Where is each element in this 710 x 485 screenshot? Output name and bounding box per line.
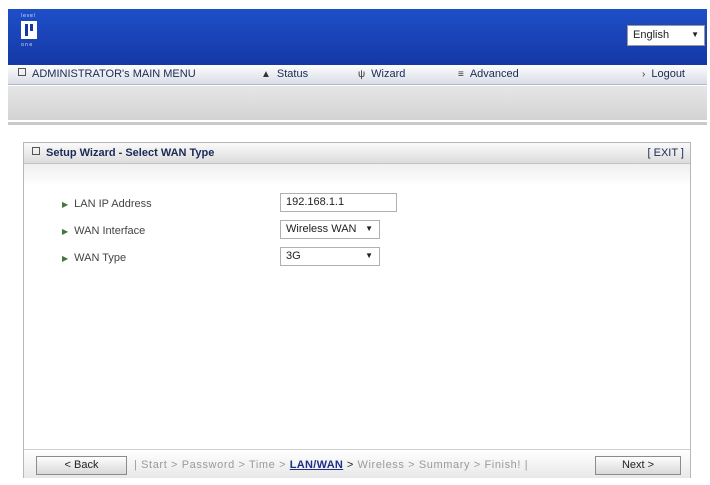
lan-ip-label-text: LAN IP Address xyxy=(74,198,152,210)
steps-close-bracket: | xyxy=(524,459,529,471)
step-time: Time xyxy=(248,459,276,471)
menu-status[interactable]: ▲ Status xyxy=(261,68,308,80)
wizard-nav-bar: < Back | Start > Password > Time > LAN/W… xyxy=(24,449,690,478)
admin-main-menu[interactable]: ADMINISTRATOR's MAIN MENU xyxy=(18,68,196,80)
lan-ip-input[interactable]: 192.168.1.1 xyxy=(280,193,397,212)
lan-ip-label: ▶ LAN IP Address xyxy=(62,198,152,210)
chevron-down-icon: ▼ xyxy=(691,30,699,39)
menu-logout-label: Logout xyxy=(651,68,685,80)
step-password: Password xyxy=(181,459,235,471)
language-value: English xyxy=(633,29,670,41)
panel-title: Setup Wizard - Select WAN Type xyxy=(32,147,214,159)
panel-title-text: Setup Wizard - Select WAN Type xyxy=(46,147,215,159)
back-button[interactable]: < Back xyxy=(36,456,127,475)
wan-type-value: 3G xyxy=(286,250,301,262)
step-separator: > xyxy=(238,459,246,471)
bullet-arrow-icon: ▶ xyxy=(62,200,69,209)
divider xyxy=(8,122,707,125)
step-separator: > xyxy=(473,459,481,471)
advanced-icon: ≡ xyxy=(458,69,464,80)
square-icon xyxy=(32,147,40,155)
language-select[interactable]: English ▼ xyxy=(627,25,705,46)
status-icon: ▲ xyxy=(261,69,271,80)
panel-band xyxy=(24,164,690,186)
step-summary: Summary xyxy=(418,459,471,471)
levelone-logo: level one xyxy=(21,13,37,53)
header-bar: level one xyxy=(8,9,707,65)
menu-advanced-label: Advanced xyxy=(469,68,519,80)
menu-wizard-label: Wizard xyxy=(371,68,406,80)
step-wireless: Wireless xyxy=(357,459,405,471)
menu-advanced[interactable]: ≡ Advanced xyxy=(458,68,519,80)
menu-status-label: Status xyxy=(276,68,309,80)
step-separator: > xyxy=(346,459,354,471)
setup-wizard-panel: Setup Wizard - Select WAN Type [ EXIT ] … xyxy=(23,142,691,478)
step-separator: > xyxy=(171,459,179,471)
menu-logout[interactable]: › Logout xyxy=(642,68,685,80)
step-lan-wan-current: LAN/WAN xyxy=(289,459,344,471)
main-menu-bar: ADMINISTRATOR's MAIN MENU ▲ Status ψ Wizar… xyxy=(8,65,707,85)
wan-type-label-text: WAN Type xyxy=(74,252,127,264)
bullet-arrow-icon: ▶ xyxy=(62,254,69,263)
wan-interface-value: Wireless WAN xyxy=(286,223,357,235)
wizard-steps: | Start > Password > Time > LAN/WAN > Wi… xyxy=(134,459,528,471)
step-start: Start xyxy=(141,459,168,471)
square-icon xyxy=(18,68,26,76)
wan-interface-label: ▶ WAN Interface xyxy=(62,225,145,237)
wan-interface-select[interactable]: Wireless WAN ▼ xyxy=(280,220,380,239)
exit-link[interactable]: [ EXIT ] xyxy=(648,147,684,159)
chevron-down-icon: ▼ xyxy=(365,251,373,260)
logo-mark xyxy=(21,21,37,39)
panel-title-bar: Setup Wizard - Select WAN Type [ EXIT ] xyxy=(24,143,690,164)
menu-wizard[interactable]: ψ Wizard xyxy=(358,68,405,80)
step-separator: > xyxy=(408,459,416,471)
wizard-icon: ψ xyxy=(358,69,366,80)
logo-text-top: level xyxy=(21,13,36,19)
wan-interface-label-text: WAN Interface xyxy=(74,225,146,237)
logo-text-bottom: one xyxy=(21,42,34,48)
next-button[interactable]: Next > xyxy=(595,456,681,475)
arrow-right-icon: › xyxy=(642,69,646,80)
step-finish: Finish! xyxy=(484,459,522,471)
admin-main-menu-label: ADMINISTRATOR's MAIN MENU xyxy=(32,68,196,80)
bullet-arrow-icon: ▶ xyxy=(62,227,69,236)
wan-type-label: ▶ WAN Type xyxy=(62,252,126,264)
step-separator: > xyxy=(279,459,287,471)
wan-type-select[interactable]: 3G ▼ xyxy=(280,247,380,266)
chevron-down-icon: ▼ xyxy=(365,224,373,233)
steps-open-bracket: | xyxy=(134,459,138,471)
submenu-strip xyxy=(8,86,707,120)
